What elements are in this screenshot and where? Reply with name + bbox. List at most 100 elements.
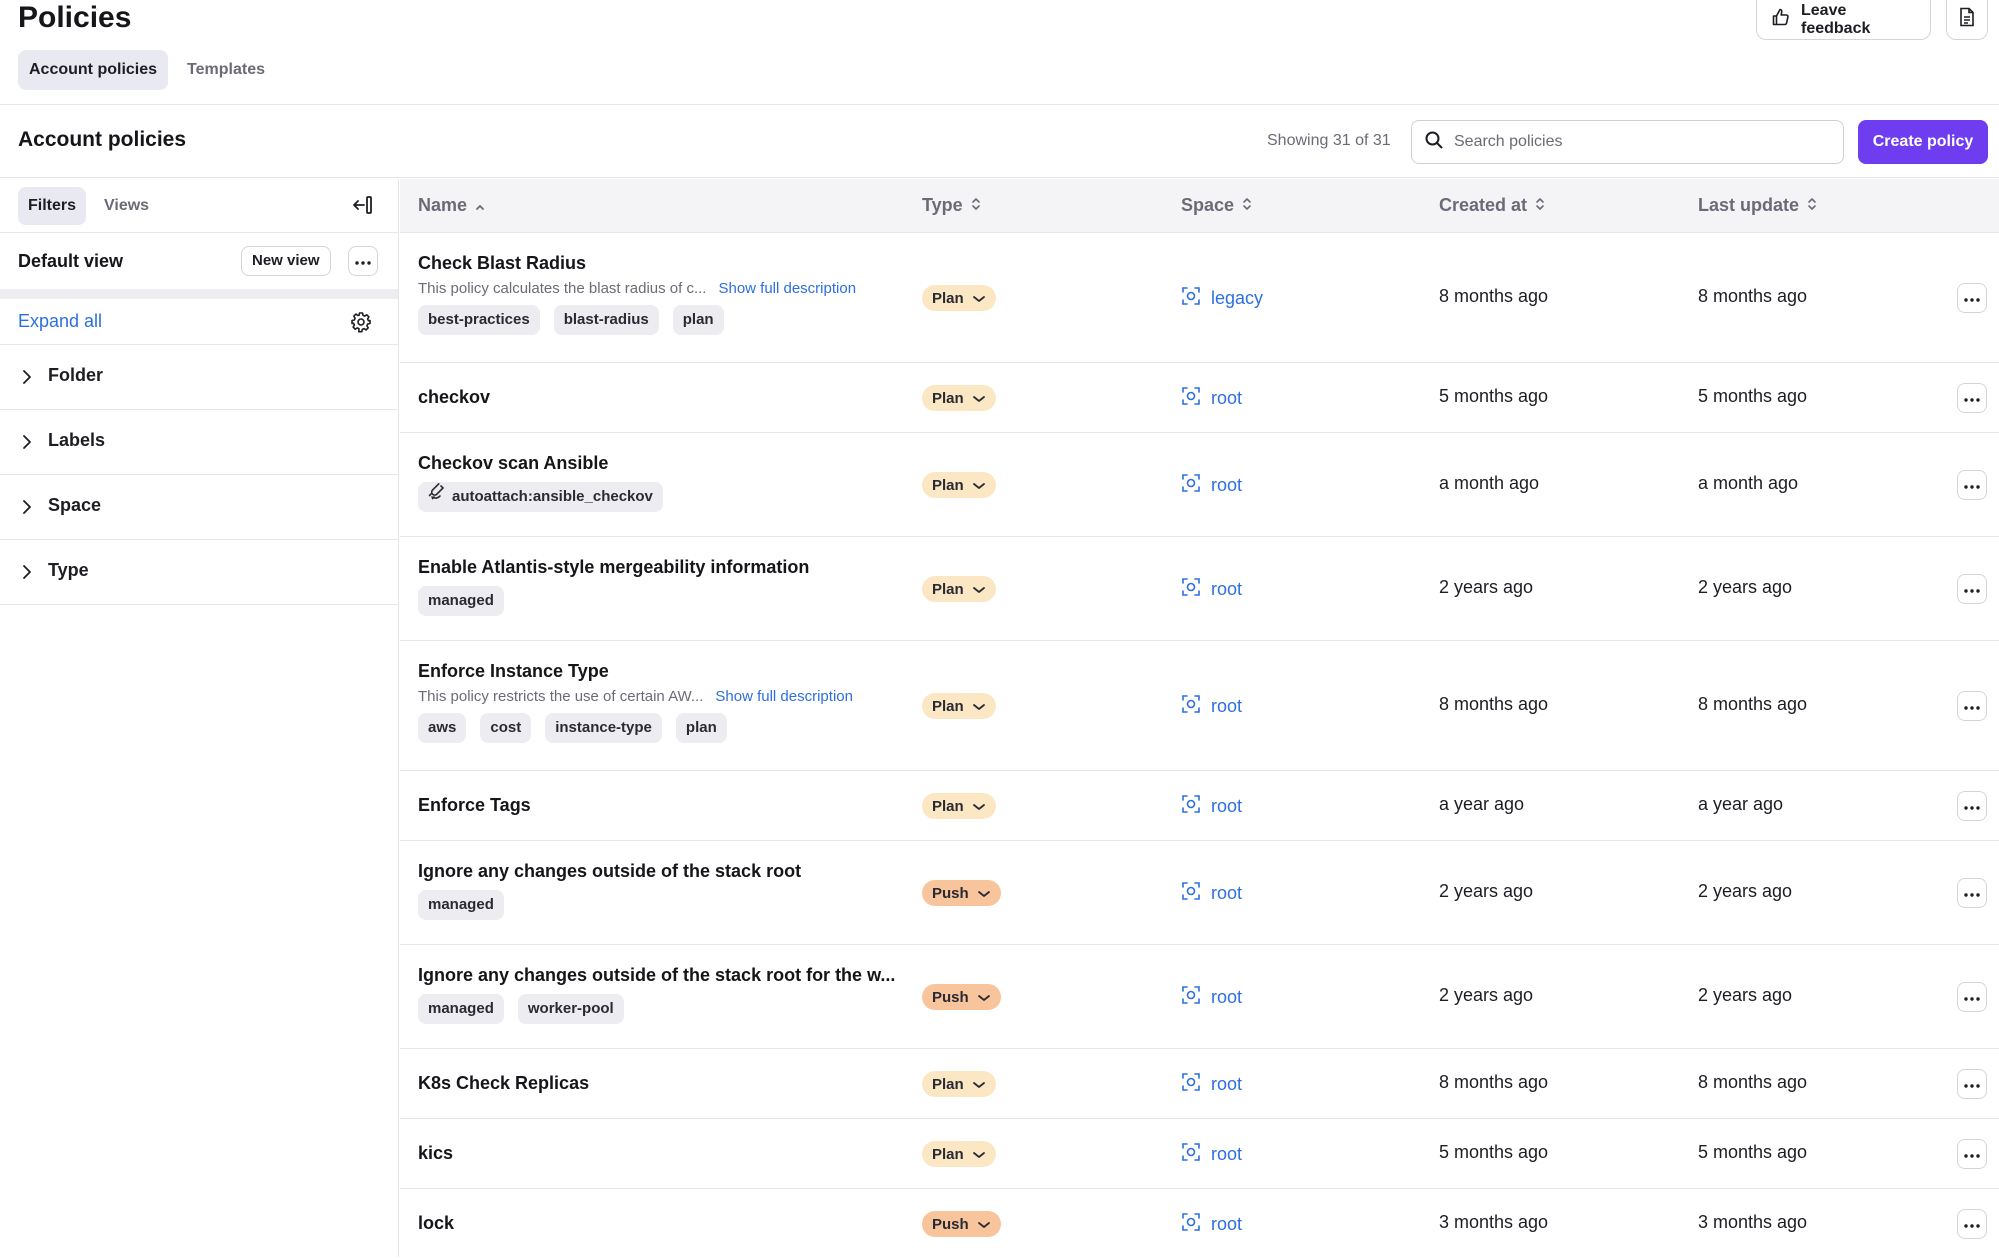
table-row[interactable]: Ignore any changes outside of the stack … (400, 841, 1999, 945)
table-row[interactable]: kics Plan root 5 months ago 5 months ago (400, 1119, 1999, 1189)
column-header-label: Type (922, 195, 963, 215)
table-row[interactable]: Ignore any changes outside of the stack … (400, 945, 1999, 1049)
row-more-button[interactable] (1957, 1139, 1987, 1169)
filter-group-folder[interactable]: Folder (0, 345, 398, 410)
policy-name[interactable]: K8s Check Replicas (418, 1073, 589, 1094)
tab-templates[interactable]: Templates (176, 50, 276, 90)
space-link[interactable]: root (1181, 386, 1242, 411)
space-link[interactable]: root (1181, 694, 1242, 719)
show-full-description-link[interactable]: Show full description (715, 688, 853, 705)
table-row[interactable]: Checkov scan Ansible autoattach:ansible_… (400, 433, 1999, 537)
space-link[interactable]: root (1181, 577, 1242, 602)
space-link[interactable]: root (1181, 473, 1242, 498)
row-more-button[interactable] (1957, 791, 1987, 821)
policy-name[interactable]: lock (418, 1213, 454, 1234)
space-link[interactable]: root (1181, 881, 1242, 906)
type-badge[interactable]: Plan (922, 472, 996, 498)
table-row[interactable]: Enable Atlantis-style mergeability infor… (400, 537, 1999, 641)
type-badge[interactable]: Plan (922, 1071, 996, 1097)
policy-name-cell: Enforce Instance Type This policy restri… (418, 661, 853, 743)
documentation-button[interactable] (1946, 0, 1988, 40)
chevron-down-icon (972, 581, 986, 598)
search-box[interactable] (1411, 120, 1844, 164)
type-badge[interactable]: Plan (922, 285, 996, 311)
create-policy-button[interactable]: Create policy (1858, 120, 1988, 164)
type-badge[interactable]: Push (922, 1211, 1001, 1237)
policy-label[interactable]: plan (672, 305, 724, 335)
show-full-description-link[interactable]: Show full description (718, 280, 856, 297)
tab-filters[interactable]: Filters (18, 187, 87, 225)
policy-name[interactable]: kics (418, 1143, 453, 1164)
policy-name[interactable]: Enable Atlantis-style mergeability infor… (418, 557, 809, 578)
policy-label[interactable]: worker-pool (517, 994, 624, 1024)
collapse-sidebar-button[interactable] (350, 194, 376, 220)
filter-group-type[interactable]: Type (0, 540, 398, 605)
space-link[interactable]: root (1181, 985, 1242, 1010)
space-link[interactable]: root (1181, 1072, 1242, 1097)
space-link[interactable]: root (1181, 794, 1242, 819)
policy-label[interactable]: aws (418, 713, 467, 743)
row-more-button[interactable] (1957, 691, 1987, 721)
new-view-button[interactable]: New view (241, 246, 331, 276)
column-header-updated[interactable]: Last update (1698, 195, 1817, 216)
filter-settings-button[interactable] (350, 311, 372, 338)
policy-label[interactable]: managed (418, 586, 504, 616)
table-row[interactable]: checkov Plan root 5 months ago 5 months … (400, 363, 1999, 433)
column-header-type[interactable]: Type (922, 195, 981, 216)
policy-label[interactable]: managed (418, 890, 504, 920)
space-link[interactable]: root (1181, 1142, 1242, 1167)
chevron-right-icon (22, 369, 32, 390)
tab-views[interactable]: Views (94, 187, 159, 225)
space-icon (1181, 794, 1201, 819)
row-more-button[interactable] (1957, 1069, 1987, 1099)
policy-label[interactable]: managed (418, 994, 504, 1024)
autoattach-label[interactable]: autoattach:ansible_checkov (418, 482, 663, 512)
column-header-name[interactable]: Name (418, 195, 485, 216)
row-more-button[interactable] (1957, 574, 1987, 604)
table-row[interactable]: K8s Check Replicas Plan root 8 months ag… (400, 1049, 1999, 1119)
type-badge[interactable]: Plan (922, 793, 996, 819)
policy-name[interactable]: Enforce Instance Type (418, 661, 853, 682)
filter-group-labels[interactable]: Labels (0, 410, 398, 475)
policy-label[interactable]: best-practices (418, 305, 540, 335)
filter-group-space[interactable]: Space (0, 475, 398, 540)
table-row[interactable]: Check Blast Radius This policy calculate… (400, 233, 1999, 363)
type-badge[interactable]: Plan (922, 385, 996, 411)
tab-account-policies[interactable]: Account policies (18, 50, 169, 90)
table-row[interactable]: Enforce Instance Type This policy restri… (400, 641, 1999, 771)
row-more-button[interactable] (1957, 383, 1987, 413)
section-title: Account policies (18, 128, 187, 151)
policy-name[interactable]: Enforce Tags (418, 795, 531, 816)
policy-name[interactable]: Check Blast Radius (418, 253, 856, 274)
type-badge[interactable]: Push (922, 880, 1001, 906)
policy-label[interactable]: blast-radius (553, 305, 659, 335)
policy-label[interactable]: plan (675, 713, 727, 743)
policy-name[interactable]: Ignore any changes outside of the stack … (418, 965, 895, 986)
row-more-button[interactable] (1957, 1209, 1987, 1239)
type-badge[interactable]: Plan (922, 1141, 996, 1167)
policy-name[interactable]: Checkov scan Ansible (418, 453, 663, 474)
row-more-button[interactable] (1957, 470, 1987, 500)
space-link[interactable]: legacy (1181, 286, 1263, 311)
view-more-button[interactable] (348, 246, 378, 276)
type-badge[interactable]: Push (922, 984, 1001, 1010)
column-header-space[interactable]: Space (1181, 195, 1252, 216)
type-badge[interactable]: Plan (922, 693, 996, 719)
column-header-created[interactable]: Created at (1439, 195, 1545, 216)
table-row[interactable]: Enforce Tags Plan root a year ago a year… (400, 771, 1999, 841)
expand-all-link[interactable]: Expand all (18, 311, 102, 332)
filter-group-label: Folder (48, 365, 104, 385)
search-input[interactable] (1454, 133, 1831, 151)
row-more-button[interactable] (1957, 982, 1987, 1012)
policy-label[interactable]: instance-type (545, 713, 662, 743)
space-link[interactable]: root (1181, 1212, 1242, 1237)
table-row[interactable]: lock Push root 3 months ago 3 months ago (400, 1189, 1999, 1259)
type-badge[interactable]: Plan (922, 576, 996, 602)
row-more-button[interactable] (1957, 283, 1987, 313)
policy-name[interactable]: Ignore any changes outside of the stack … (418, 861, 801, 882)
policy-label[interactable]: cost (480, 713, 532, 743)
space-icon (1181, 1072, 1201, 1097)
policy-name[interactable]: checkov (418, 387, 490, 408)
leave-feedback-button[interactable]: Leave feedback (1756, 0, 1931, 40)
row-more-button[interactable] (1957, 878, 1987, 908)
